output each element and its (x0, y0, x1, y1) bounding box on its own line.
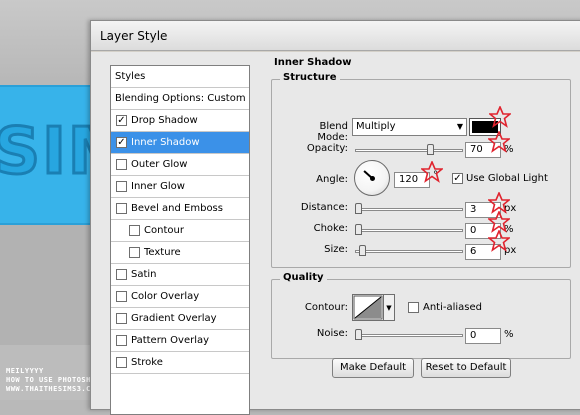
noise-slider[interactable] (355, 334, 463, 337)
list-item-label: Blending Options: Custom (115, 93, 246, 104)
list-item-label: Styles (115, 71, 146, 82)
outer-glow-checkbox[interactable] (116, 159, 127, 170)
list-item-label: Pattern Overlay (131, 335, 210, 346)
choke-slider[interactable] (355, 229, 463, 232)
list-item-outer-glow[interactable]: Outer Glow (111, 154, 249, 176)
contour-preview[interactable] (352, 294, 384, 321)
list-item-contour[interactable]: Contour (111, 220, 249, 242)
list-item-label: Outer Glow (131, 159, 188, 170)
styles-list-header[interactable]: Styles (111, 66, 249, 88)
opacity-label: Opacity: (306, 143, 348, 154)
styles-list: Styles Blending Options: Custom ✓ Drop Sh… (110, 65, 250, 415)
list-item-drop-shadow[interactable]: ✓ Drop Shadow (111, 110, 249, 132)
noise-input[interactable]: 0 (465, 328, 501, 344)
annotation-star-icon (488, 230, 510, 252)
structure-label: Structure (280, 72, 340, 83)
use-global-light-checkbox[interactable]: ✓ (452, 173, 463, 184)
contour-linear-icon (353, 295, 383, 320)
list-item-label: Color Overlay (131, 291, 200, 302)
color-overlay-checkbox[interactable] (116, 291, 127, 302)
reset-to-default-button[interactable]: Reset to Default (421, 358, 511, 378)
annotation-star-icon (421, 161, 443, 183)
size-slider-thumb[interactable] (359, 245, 366, 256)
pattern-overlay-checkbox[interactable] (116, 335, 127, 346)
list-item-label: Bevel and Emboss (131, 203, 223, 214)
size-slider[interactable] (355, 250, 463, 253)
watermark: MEILYYYY HOW TO USE PHOTOSHOP WWW.THAITH… (6, 367, 100, 394)
use-global-light-label: Use Global Light (466, 173, 548, 184)
opacity-slider[interactable] (355, 149, 463, 152)
blend-mode-label: Blend Mode: (317, 121, 348, 143)
quality-group: Quality (271, 272, 571, 359)
list-item-label: Inner Glow (131, 181, 185, 192)
noise-unit: % (504, 329, 514, 340)
blend-mode-value: Multiply (356, 121, 396, 132)
opacity-slider-thumb[interactable] (427, 144, 434, 155)
contour-label: Contour: (304, 302, 348, 313)
list-item-label: Texture (144, 247, 181, 258)
annotation-star-icon (488, 131, 510, 153)
size-label: Size: (324, 244, 348, 255)
angle-dial-center (370, 176, 375, 181)
make-default-button[interactable]: Make Default (332, 358, 414, 378)
distance-slider[interactable] (355, 208, 463, 211)
watermark-line: WWW.THAITHESIMS3.COM (6, 385, 101, 393)
angle-label: Angle: (316, 174, 348, 185)
list-item-texture[interactable]: Texture (111, 242, 249, 264)
list-item-blending-options[interactable]: Blending Options: Custom (111, 88, 249, 110)
satin-checkbox[interactable] (116, 269, 127, 280)
contour-checkbox[interactable] (129, 225, 140, 236)
choke-label: Choke: (313, 223, 348, 234)
list-item-inner-shadow[interactable]: ✓ Inner Shadow (111, 132, 249, 154)
list-item-label: Drop Shadow (131, 115, 198, 126)
panel-title: Inner Shadow (274, 57, 352, 68)
contour-dropdown[interactable]: ▼ (384, 294, 395, 321)
gradient-overlay-checkbox[interactable] (116, 313, 127, 324)
distance-label: Distance: (300, 202, 348, 213)
list-item-label: Contour (144, 225, 184, 236)
list-item-label: Inner Shadow (131, 137, 200, 148)
noise-label: Noise: (316, 328, 348, 339)
texture-checkbox[interactable] (129, 247, 140, 258)
list-item-inner-glow[interactable]: Inner Glow (111, 176, 249, 198)
stroke-checkbox[interactable] (116, 357, 127, 368)
list-item-satin[interactable]: Satin (111, 264, 249, 286)
inner-shadow-checkbox[interactable]: ✓ (116, 137, 127, 148)
choke-slider-thumb[interactable] (355, 224, 362, 235)
dialog-title: Layer Style (100, 29, 168, 43)
dialog-titlebar[interactable]: Layer Style (91, 21, 580, 51)
list-item-gradient-overlay[interactable]: Gradient Overlay (111, 308, 249, 330)
chevron-down-icon: ▼ (386, 304, 392, 312)
layer-style-dialog: Layer Style Styles Blending Options: Cus… (90, 20, 580, 415)
list-item-label: Stroke (131, 357, 163, 368)
angle-dial[interactable] (354, 160, 390, 196)
anti-aliased-label: Anti-aliased (423, 302, 483, 313)
list-item-pattern-overlay[interactable]: Pattern Overlay (111, 330, 249, 352)
quality-label: Quality (280, 272, 327, 283)
noise-slider-thumb[interactable] (355, 329, 362, 340)
watermark-line: HOW TO USE PHOTOSHOP (6, 376, 101, 384)
list-item-bevel-emboss[interactable]: Bevel and Emboss (111, 198, 249, 220)
list-item-label: Satin (131, 269, 157, 280)
dialog-body: Styles Blending Options: Custom ✓ Drop Sh… (91, 52, 580, 415)
anti-aliased-checkbox[interactable] (408, 302, 419, 313)
list-item-color-overlay[interactable]: Color Overlay (111, 286, 249, 308)
chevron-down-icon: ▼ (456, 122, 463, 131)
distance-slider-thumb[interactable] (355, 203, 362, 214)
list-item-stroke[interactable]: Stroke (111, 352, 249, 374)
blend-mode-select[interactable]: Multiply ▼ (352, 118, 467, 136)
bevel-emboss-checkbox[interactable] (116, 203, 127, 214)
annotation-star-icon (489, 106, 511, 128)
drop-shadow-checkbox[interactable]: ✓ (116, 115, 127, 126)
inner-glow-checkbox[interactable] (116, 181, 127, 192)
watermark-line: MEILYYYY (6, 367, 44, 375)
list-item-label: Gradient Overlay (131, 313, 217, 324)
